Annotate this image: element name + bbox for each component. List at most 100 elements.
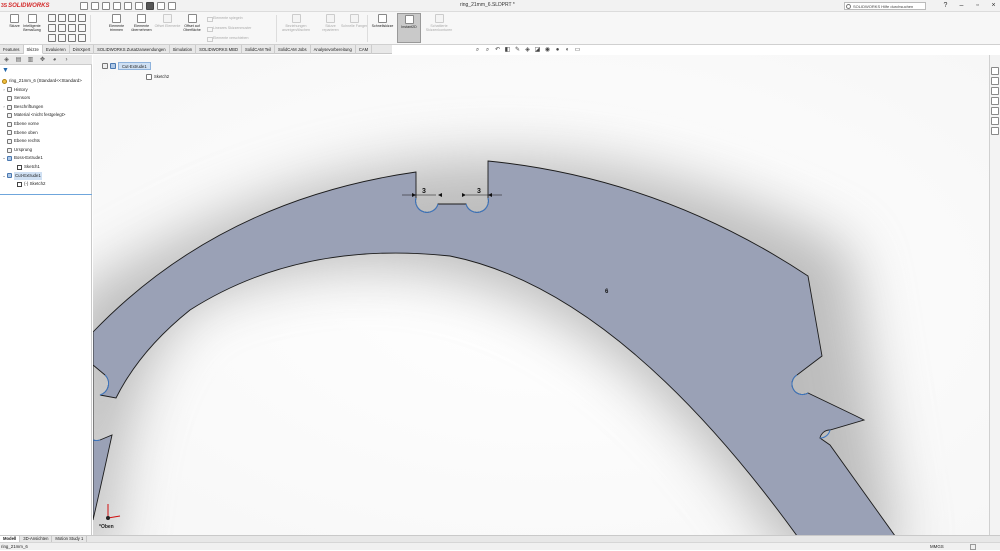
file-explorer-icon[interactable] <box>991 87 999 95</box>
arc-icon[interactable] <box>58 24 66 32</box>
tree-item-front-plane[interactable]: Ebene vorne <box>1 120 91 129</box>
configuration-manager-tab-icon[interactable]: ▥ <box>26 56 35 64</box>
zoom-area-icon[interactable]: ⌕ <box>484 47 491 54</box>
graphics-area[interactable]: 3 3 6 <box>93 55 989 535</box>
repair-sketch-button[interactable]: Skizze reparieren <box>317 13 344 43</box>
custom-properties-icon[interactable] <box>991 117 999 125</box>
tree-item-origin[interactable]: Ursprung <box>1 146 91 155</box>
apply-scene-icon[interactable]: ◐ <box>564 47 571 54</box>
shaded-contours-button[interactable]: Schattierte Skizzenkonturen <box>422 13 456 43</box>
display-relations-button[interactable]: Beziehungen anzeigen/löschen <box>278 13 314 43</box>
expand-icon[interactable]: › <box>2 103 6 112</box>
tree-item-history[interactable]: › History <box>1 86 91 95</box>
collapse-icon[interactable]: ⌄ <box>2 172 6 181</box>
smart-dimension-button[interactable]: Intelligente Bemaßung <box>18 13 46 43</box>
command-tab-solidcam-jobs[interactable]: SolidCAM Jobs <box>275 45 311 54</box>
display-style-icon[interactable]: ◪ <box>534 47 541 54</box>
rebuild-icon[interactable] <box>157 2 165 10</box>
breadcrumb-feature[interactable]: Cut-Extrude1 <box>118 61 151 70</box>
fillet-icon[interactable] <box>78 24 86 32</box>
command-tab-solidcam-teil[interactable]: SolidCAM Teil <box>242 45 275 54</box>
help-icon[interactable]: ? <box>941 1 950 10</box>
dynamic-annotation-icon[interactable]: ✎ <box>514 47 521 54</box>
open-icon[interactable] <box>91 2 99 10</box>
property-manager-tab-icon[interactable]: ▤ <box>14 56 23 64</box>
line-icon[interactable] <box>48 14 56 22</box>
command-tab-evaluieren[interactable]: Evaluieren <box>43 45 70 54</box>
plane-icon[interactable] <box>78 34 86 42</box>
tree-item-top-plane[interactable]: Ebene oben <box>1 129 91 138</box>
ellipse-icon[interactable] <box>58 34 66 42</box>
part-model-view[interactable]: 3 3 6 <box>93 55 989 535</box>
rectangle-icon[interactable] <box>48 24 56 32</box>
command-tab-solidworks-zusatzanwendungen[interactable]: SOLIDWORKS Zusatzanwendungen <box>94 45 170 54</box>
view-palette-icon[interactable] <box>991 97 999 105</box>
instant2d-button[interactable]: Instant2D <box>397 13 421 43</box>
tree-item-sensors[interactable]: Sensors <box>1 94 91 103</box>
tree-item-material[interactable]: Material <nicht festgelegt> <box>1 111 91 120</box>
feature-manager-tab-icon[interactable]: ◈ <box>2 56 11 64</box>
polygon-icon[interactable] <box>68 24 76 32</box>
move-entities-button[interactable]: Elemente verschieben <box>207 36 249 42</box>
command-tab-features[interactable]: Features <box>0 45 24 54</box>
rapid-sketch-button[interactable]: Schnellskizze <box>369 13 396 43</box>
cut-extrude-icon[interactable] <box>110 62 116 69</box>
breadcrumb-sketch[interactable]: Sketch2 <box>146 73 169 80</box>
tree-item-right-plane[interactable]: Ebene rechts <box>1 137 91 146</box>
help-search-input[interactable]: SOLIDWORKS Hilfe durchsuchen <box>844 2 926 10</box>
restore-button[interactable]: ▫ <box>973 1 982 10</box>
expand-icon[interactable]: › <box>2 86 6 95</box>
solidworks-resources-icon[interactable] <box>991 67 999 75</box>
offset-entities-button[interactable]: Offset Elemente <box>154 13 181 43</box>
offset-surface-button[interactable]: Offset auf Oberfläche <box>178 13 206 43</box>
more-tabs-icon[interactable]: › <box>62 56 71 64</box>
select-icon[interactable] <box>146 2 154 10</box>
point-icon[interactable] <box>78 14 86 22</box>
mirror-entities-button[interactable]: Elemente spiegeln <box>207 16 243 22</box>
tree-item-sketch1[interactable]: Sketch1 <box>1 163 91 172</box>
command-tab-dimxpert[interactable]: DimXpert <box>70 45 95 54</box>
status-options-icon[interactable] <box>970 544 976 550</box>
command-tab-solidworks-mbd[interactable]: SOLIDWORKS MBD <box>196 45 242 54</box>
design-library-icon[interactable] <box>991 77 999 85</box>
edit-appearance-icon[interactable]: ● <box>554 47 561 54</box>
command-tab-simulation[interactable]: Simulation <box>170 45 197 54</box>
view-orientation-icon[interactable]: ◈ <box>524 47 531 54</box>
zoom-to-fit-icon[interactable]: ⌕ <box>474 47 481 54</box>
tree-item-boss-extrude1[interactable]: ⌄ Boss-Extrude1 <box>1 154 91 163</box>
section-view-icon[interactable]: ◧ <box>504 47 511 54</box>
print-icon[interactable] <box>113 2 121 10</box>
dimension-text[interactable]: 3 <box>422 188 426 195</box>
tree-item-sketch2[interactable]: (-) Sketch2 <box>1 180 91 189</box>
command-tab-analysevorbereitung[interactable]: Analysevorbereitung <box>311 45 356 54</box>
appearances-icon[interactable] <box>991 107 999 115</box>
dimxpert-manager-tab-icon[interactable]: ✥ <box>38 56 47 64</box>
linear-pattern-button[interactable]: Lineares Skizzenmuster <box>207 26 251 32</box>
circle-icon[interactable] <box>58 14 66 22</box>
close-button[interactable]: × <box>989 1 998 10</box>
previous-view-icon[interactable]: ↶ <box>494 47 501 54</box>
text-icon[interactable] <box>68 34 76 42</box>
save-icon[interactable] <box>102 2 110 10</box>
filter-icon[interactable]: ▼ <box>2 67 9 75</box>
undo-icon[interactable] <box>124 2 132 10</box>
minimize-button[interactable]: – <box>957 1 966 10</box>
command-tab-skizze[interactable]: Skizze <box>23 45 43 54</box>
tree-root-part[interactable]: ring_21mm_6 (Standard<<Standard> <box>1 77 91 86</box>
tree-item-annotations[interactable]: › Beschriftungen <box>1 103 91 112</box>
quick-snaps-button[interactable]: Schnelle Fangen <box>341 13 368 43</box>
tree-item-cut-extrude1[interactable]: ⌄ Cut-Extrude1 <box>1 171 91 181</box>
collapse-icon[interactable]: ⌄ <box>2 154 6 163</box>
options-icon[interactable] <box>168 2 176 10</box>
new-document-icon[interactable] <box>80 2 88 10</box>
solidworks-forum-icon[interactable] <box>991 127 999 135</box>
view-settings-icon[interactable]: ▭ <box>574 47 581 54</box>
display-manager-tab-icon[interactable]: ◕ <box>50 56 59 64</box>
part-icon[interactable] <box>102 62 108 69</box>
redo-icon[interactable] <box>135 2 143 10</box>
command-tab-cam[interactable]: CAM <box>356 45 373 54</box>
solidworks-logo[interactable]: 3S SOLIDWORKS <box>1 1 63 11</box>
convert-entities-button[interactable]: Elemente übernehmen <box>128 13 155 43</box>
slot-icon[interactable] <box>48 34 56 42</box>
trim-entities-button[interactable]: Elemente trimmen <box>103 13 130 43</box>
